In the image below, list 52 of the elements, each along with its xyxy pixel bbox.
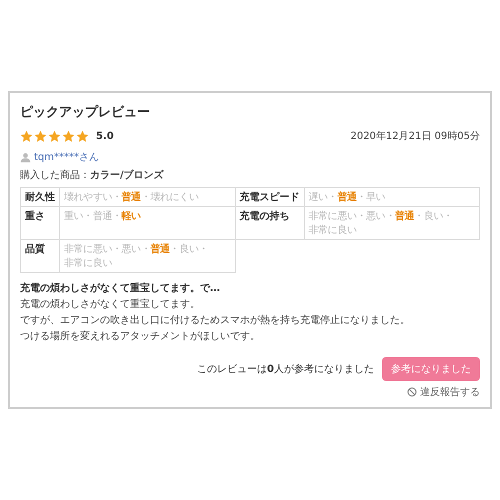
rating-option: 普通 (150, 244, 170, 255)
separator-dot: ・ (414, 211, 424, 222)
review-text: つける場所を変えれるアタッチメントがほしいです。 (20, 330, 261, 343)
rating-option: 軽い (122, 211, 141, 222)
rating-option: 遅い (308, 192, 328, 203)
separator-dot: ・ (170, 244, 180, 255)
rating-option: 普通 (122, 192, 141, 203)
separator-dot: ・ (112, 192, 122, 203)
rating-option: 非常に悪い (64, 244, 112, 255)
rating-option: 重い (64, 211, 84, 222)
rating-option: 良い (179, 244, 198, 255)
section-heading: ピックアップレビュー (20, 104, 151, 121)
separator-dot: ・ (83, 211, 93, 222)
rating-label: 重さ (21, 207, 60, 240)
separator-dot: ・ (112, 211, 122, 222)
rating-option: 普通 (337, 192, 357, 203)
prohibited-icon (407, 387, 417, 397)
helpful-count: このレビューは0人が参考になりました (197, 362, 374, 376)
separator-dot: ・ (385, 211, 395, 222)
rating-option: 非常に良い (308, 225, 357, 236)
review-text: ですが、エアコンの吹き出し口に付けるためスマホが熱を持ち充電停止になりました。 (20, 314, 411, 327)
rating-score: 5.0 (96, 130, 114, 142)
separator-dot: ・ (140, 192, 150, 203)
separator-dot: ・ (442, 211, 453, 222)
rating-label: 品質 (21, 240, 60, 273)
user-icon (20, 152, 31, 162)
separator-dot: ・ (356, 211, 366, 222)
separator-dot: ・ (356, 192, 366, 203)
rating-option: 普通 (92, 211, 112, 222)
rating-option: 壊れやすい (64, 192, 112, 203)
separator-dot: ・ (112, 244, 122, 255)
review-date: 2020年12月21日 09時05分 (350, 130, 480, 143)
rating-option: 普通 (394, 211, 414, 222)
review-title: 充電の煩わしさがなくて重宝してます。で… (20, 281, 221, 295)
helpful-button[interactable]: 参考になりました (382, 357, 480, 381)
rating-option: 悪い (122, 244, 141, 255)
rating-label: 充電の持ち (236, 207, 304, 240)
rating-option: 早い (366, 192, 386, 203)
rating-label: 耐久性 (21, 188, 60, 207)
rating-option: 非常に悪い (308, 211, 357, 222)
rating-option: 非常に良い (64, 258, 112, 269)
rating-label: 充電スピード (236, 188, 304, 207)
purchased-item: 購入した商品：カラー/ブロンズ (20, 168, 165, 182)
separator-dot: ・ (198, 244, 208, 255)
report-link[interactable]: 違反報告する (407, 385, 480, 399)
rating-option: 良い (424, 211, 443, 222)
reviewer-name[interactable]: tqm*****さん (34, 150, 100, 164)
review-text: 充電の煩わしさがなくて重宝してます。 (20, 298, 201, 311)
rating-option: 悪い (366, 211, 386, 222)
separator-dot: ・ (140, 244, 150, 255)
rating-option: 壊れにくい (150, 192, 198, 203)
separator-dot: ・ (328, 192, 338, 203)
